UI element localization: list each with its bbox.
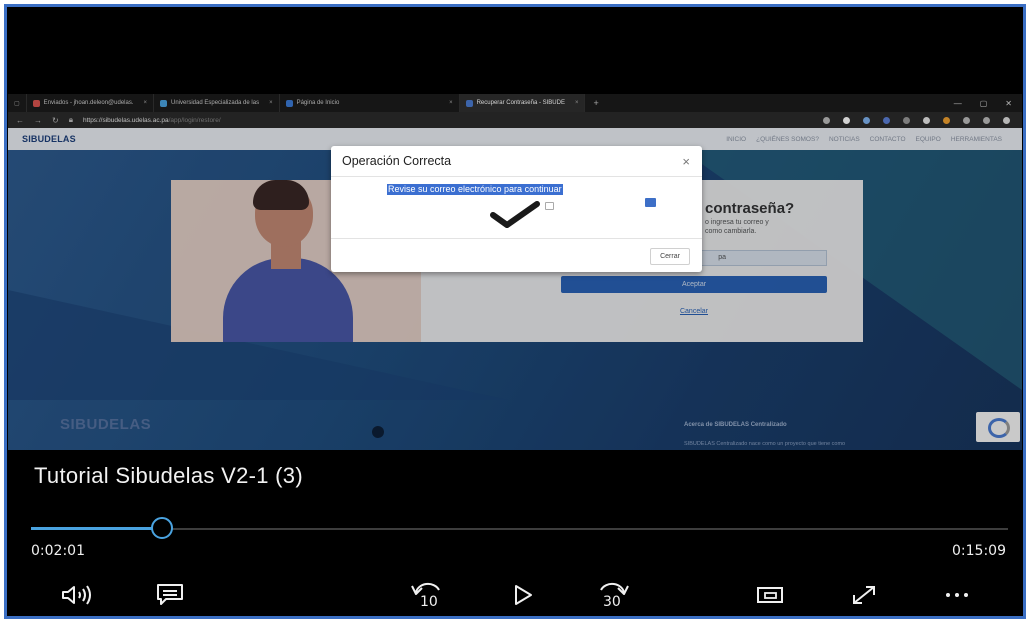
skip-forward-seconds: 30 <box>603 594 621 609</box>
close-button: Cerrar <box>650 248 690 265</box>
mini-view-icon <box>757 587 783 603</box>
more-icon <box>946 593 968 597</box>
divider <box>331 176 702 177</box>
copy-icon <box>545 202 554 210</box>
skip-forward-icon: 30 <box>600 582 629 609</box>
skip-back-button[interactable]: 10 <box>404 582 450 609</box>
translate-icon <box>645 198 656 207</box>
fullscreen-button[interactable] <box>844 582 884 608</box>
play-button[interactable] <box>508 582 538 608</box>
video-title: Tutorial Sibudelas V2-1 (3) <box>34 463 303 488</box>
fullscreen-icon <box>853 586 875 604</box>
checkmark-icon <box>490 201 540 228</box>
seek-thumb[interactable] <box>150 517 173 539</box>
volume-icon <box>62 585 91 605</box>
skip-back-icon: 10 <box>411 582 440 609</box>
skip-back-seconds: 10 <box>420 594 438 609</box>
total-time: 0:15:09 <box>952 543 1006 559</box>
volume-button[interactable] <box>58 582 98 608</box>
current-time: 0:02:01 <box>31 543 85 559</box>
skip-forward-button[interactable]: 30 <box>590 582 636 609</box>
subtitles-button[interactable] <box>150 582 190 608</box>
success-dialog: Operación Correcta × Revise su correo el… <box>331 146 702 272</box>
play-icon <box>515 585 532 605</box>
close-icon: × <box>682 154 690 169</box>
divider <box>331 238 702 239</box>
more-options-button[interactable] <box>942 582 972 608</box>
subtitles-icon <box>157 584 183 605</box>
seek-bar[interactable] <box>31 528 1008 530</box>
mini-view-button[interactable] <box>753 582 787 608</box>
dialog-title: Operación Correcta <box>342 154 452 168</box>
seek-progress <box>31 527 162 530</box>
dialog-message: Revise su correo electrónico para contin… <box>387 184 563 195</box>
video-area[interactable]: ▢ Enviados - jhoan.deleon@udelas. × Univ… <box>8 94 1022 450</box>
